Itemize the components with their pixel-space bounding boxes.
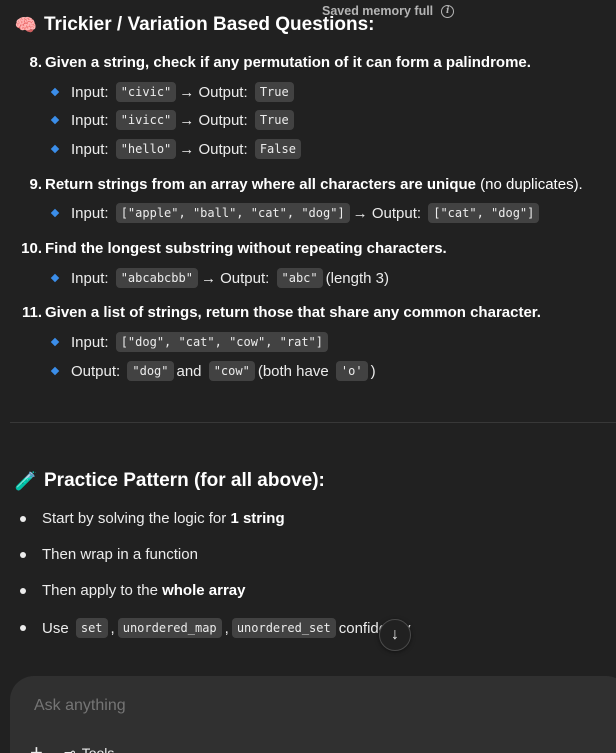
example-label: Input:	[71, 83, 109, 101]
code-output: "abc"	[276, 268, 323, 288]
section-title: Trickier / Variation Based Questions:	[44, 14, 375, 35]
brain-icon: 🧠	[14, 14, 38, 35]
code-input: ["apple", "ball", "cat", "dog"]	[115, 203, 350, 223]
arrow-output-label: → Output:	[179, 111, 248, 129]
message-composer: + ⊸ Tools	[10, 676, 616, 753]
code-char: 'o'	[335, 361, 368, 381]
code-input: ["dog", "cat", "cow", "rat"]	[115, 332, 328, 352]
example-note-end: )	[370, 362, 376, 380]
practice-item: Start by solving the logic for 1 string	[20, 510, 285, 527]
example-line: Input: "abcabcbb" → Output: "abc" (length …	[50, 268, 389, 288]
code-input: "abcabcbb"	[115, 268, 198, 288]
separator: ,	[110, 619, 115, 637]
diamond-bullet-icon	[50, 273, 60, 283]
code-output: False	[254, 139, 301, 159]
practice-item: Then apply to the whole array	[20, 582, 245, 599]
bullet-dot-icon	[20, 625, 26, 631]
question-item-11: 11. Given a list of strings, return those…	[10, 304, 610, 321]
question-item-10: 10. Find the longest substring without re…	[10, 240, 610, 257]
chat-page: Saved memory full i 🧠 Trickier / Variati…	[0, 0, 616, 753]
example-label: Input:	[71, 140, 109, 158]
test-tube-icon: 🧪	[14, 470, 38, 491]
diamond-bullet-icon	[50, 115, 60, 125]
question-note: (no duplicates).	[480, 176, 583, 193]
diamond-bullet-icon	[50, 337, 60, 347]
bullet-dot-icon	[20, 587, 26, 594]
arrow-output-label: → Output:	[179, 83, 248, 101]
example-label: Output:	[71, 362, 121, 380]
section-divider	[10, 422, 616, 423]
code-input: "hello"	[115, 139, 177, 159]
arrow-output-label: → Output:	[179, 140, 248, 158]
arrow-output-label: → Output:	[200, 269, 270, 287]
example-label: Input:	[71, 111, 109, 129]
question-number: 10.	[21, 240, 42, 257]
example-line: Input: "ivicc" → Output: True	[50, 110, 297, 130]
practice-bold-text: whole array	[162, 582, 246, 599]
code-output: True	[254, 82, 294, 102]
code-output: "cow"	[208, 361, 255, 381]
example-line: Input: ["apple", "ball", "cat", "dog"] → …	[50, 203, 542, 223]
bullet-dot-icon	[20, 551, 26, 558]
section-heading-practice: 🧪 Practice Pattern (for all above):	[14, 470, 325, 492]
code-inline: set	[75, 618, 108, 638]
bullet-dot-icon	[20, 515, 26, 522]
question-text: Return strings from an array where all c…	[45, 176, 476, 193]
diamond-bullet-icon	[50, 144, 60, 154]
code-input: "civic"	[115, 82, 177, 102]
question-text: Given a list of strings, return those th…	[45, 304, 541, 321]
tools-button[interactable]: ⊸ Tools	[64, 744, 114, 753]
code-inline: unordered_map	[117, 618, 222, 638]
diamond-bullet-icon	[50, 366, 60, 376]
question-number: 11.	[21, 304, 42, 321]
example-line: Input: "hello" → Output: False	[50, 139, 304, 159]
example-line: Input: "civic" → Output: True	[50, 82, 297, 102]
arrow-down-icon: ↓	[391, 626, 399, 643]
practice-text: Use	[42, 619, 69, 637]
question-text: Find the longest substring without repea…	[45, 240, 447, 257]
conjunction-text: and	[176, 362, 202, 380]
practice-item: Then wrap in a function	[20, 546, 198, 563]
code-input: "ivicc"	[115, 110, 177, 130]
example-note: (length 3)	[325, 269, 389, 287]
section-heading-trickier: 🧠 Trickier / Variation Based Questions:	[14, 14, 375, 36]
question-number: 8.	[29, 54, 42, 71]
practice-text: Then wrap in a function	[42, 546, 198, 563]
diamond-bullet-icon	[50, 208, 60, 218]
section-title: Practice Pattern (for all above):	[44, 470, 325, 491]
scroll-down-button[interactable]: ↓	[379, 619, 411, 651]
practice-text: Then apply to the	[42, 582, 158, 599]
tools-label: Tools	[81, 744, 115, 753]
code-output: True	[254, 110, 294, 130]
example-label: Input:	[71, 269, 109, 287]
chat-input[interactable]	[32, 696, 243, 716]
question-item-9: 9. Return strings from an array where all…	[10, 176, 610, 193]
info-icon[interactable]: i	[441, 4, 455, 18]
diamond-bullet-icon	[50, 87, 60, 97]
practice-text: Start by solving the logic for	[42, 510, 227, 527]
plus-icon[interactable]: +	[30, 740, 43, 753]
code-inline: unordered_set	[231, 618, 336, 638]
practice-bold-text: 1 string	[230, 510, 285, 527]
code-output: ["cat", "dog"]	[428, 203, 540, 223]
question-item-8: 8. Given a string, check if any permutati…	[10, 54, 610, 71]
code-output: "dog"	[127, 361, 174, 381]
tools-icon: ⊸	[64, 744, 76, 753]
example-line: Output: "dog" and "cow" (both have 'o')	[50, 361, 376, 381]
question-text: Given a string, check if any permutation…	[45, 54, 531, 71]
example-line: Input: ["dog", "cat", "cow", "rat"]	[50, 332, 331, 352]
arrow-output-label: → Output:	[352, 204, 422, 222]
question-number: 9.	[29, 176, 42, 193]
example-label: Input:	[71, 204, 109, 222]
example-label: Input:	[71, 333, 109, 351]
separator: ,	[224, 619, 229, 637]
practice-item: Use set, unordered_map, unordered_set confi…	[20, 618, 410, 638]
example-note: (both have	[257, 362, 329, 380]
